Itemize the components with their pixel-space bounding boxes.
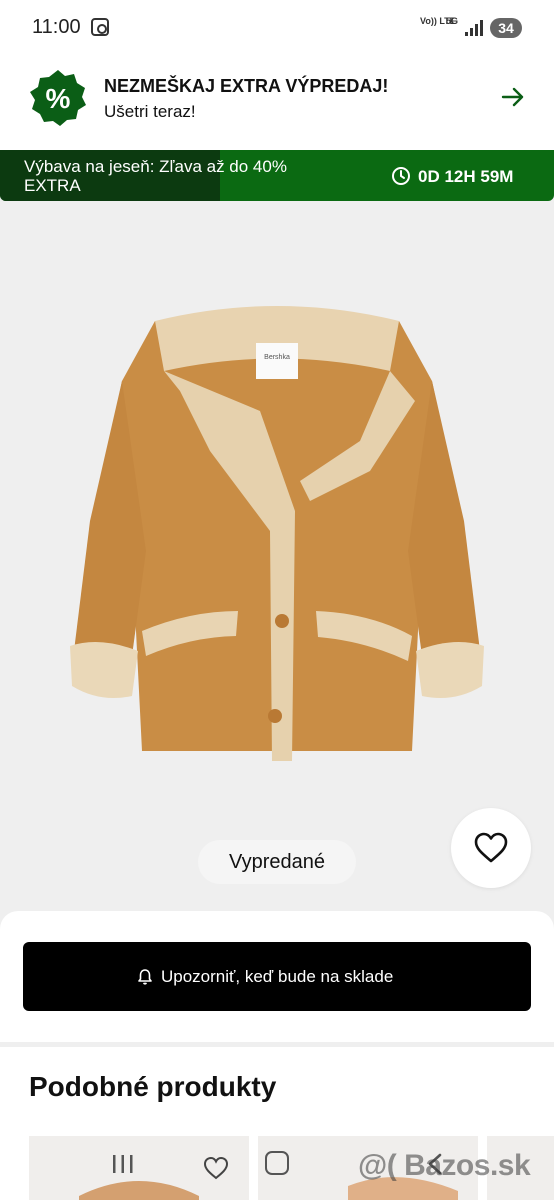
status-time: 11:00 — [32, 16, 81, 38]
promo-banner[interactable]: % NEZMEŠKAJ EXTRA VÝPREDAJ! Ušetri teraz… — [0, 56, 554, 150]
heart-icon[interactable] — [202, 1155, 230, 1181]
percent-badge-icon: % — [30, 70, 86, 126]
product-image[interactable]: Bershka — [60, 291, 494, 771]
network-5g-indicator: 5G — [446, 16, 459, 26]
availability-badge: Vypredané — [198, 840, 356, 884]
section-title: Podobné produkty — [29, 1071, 277, 1102]
bell-icon — [138, 969, 152, 985]
notify-panel: Upozorniť, keď bude na sklade — [0, 911, 554, 1042]
wishlist-button[interactable] — [451, 808, 531, 888]
brand-tag: Bershka — [264, 354, 290, 361]
notify-when-in-stock-button[interactable]: Upozorniť, keď bude na sklade — [23, 942, 531, 1011]
home-icon[interactable] — [265, 1151, 289, 1175]
countdown-text: Výbava na jeseň: Zľava až do 40% EXTRA — [24, 157, 287, 195]
arrow-right-icon[interactable] — [500, 84, 526, 110]
clock-icon — [392, 167, 410, 185]
countdown-timer: 0D 12H 59M — [418, 167, 514, 186]
product-gallery[interactable]: Bershka Vypredané — [0, 201, 554, 911]
notify-button-label: Upozorniť, keď bude na sklade — [161, 967, 394, 986]
signal-icon — [465, 20, 483, 36]
recent-apps-icon[interactable] — [111, 1153, 135, 1175]
battery-indicator: 34 — [490, 18, 522, 38]
promo-title: NEZMEŠKAJ EXTRA VÝPREDAJ! — [104, 76, 389, 96]
watermark: @( Bazos.sk — [358, 1149, 531, 1182]
status-bar: 11:00 Vo)) LTE 5G 34 — [0, 0, 554, 56]
promo-subtitle: Ušetri teraz! — [104, 102, 196, 121]
heart-icon — [474, 832, 508, 863]
screenshot-icon — [91, 18, 109, 36]
badge-symbol: % — [46, 83, 71, 114]
